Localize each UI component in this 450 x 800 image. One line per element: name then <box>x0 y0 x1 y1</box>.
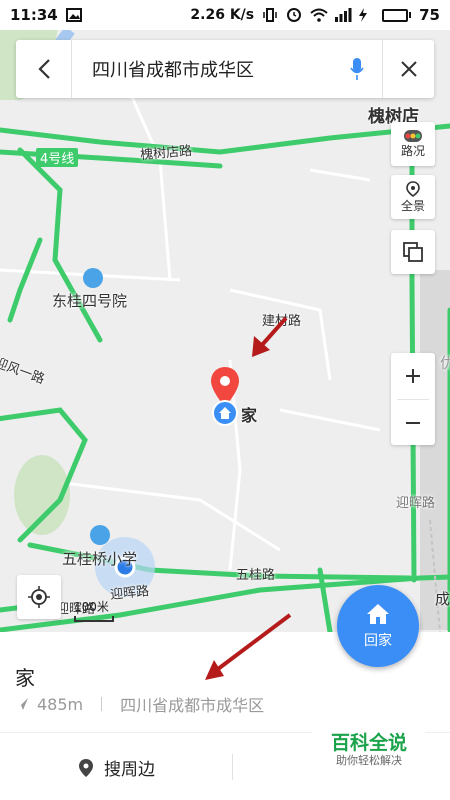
location-pin-icon <box>79 758 93 777</box>
charging-icon <box>358 8 374 22</box>
home-icon <box>367 604 389 624</box>
home-marker-label: 家 <box>241 406 258 425</box>
layers-icon <box>403 242 423 262</box>
go-home-label: 回家 <box>364 633 392 649</box>
label-edge-text: 优 <box>440 354 450 372</box>
label-dongui-yard: 东桂四号院 <box>52 292 128 310</box>
traffic-label: 路况 <box>400 143 425 158</box>
plus-icon <box>406 369 420 383</box>
map-scale: 100米 <box>74 598 114 622</box>
direction-arrow-icon <box>16 698 28 710</box>
go-home-button[interactable]: 回家 <box>337 585 419 667</box>
zoom-control <box>391 353 435 445</box>
alarm-icon <box>286 8 302 22</box>
back-arrow-icon <box>37 59 50 79</box>
watermark-title: 百科全说 <box>330 732 407 754</box>
network-speed: 2.26 K/s <box>190 7 255 23</box>
zoom-out-button[interactable] <box>391 400 435 446</box>
watermark-subtitle: 助你轻松解决 <box>336 754 402 767</box>
home-marker-icon[interactable] <box>212 400 238 430</box>
label-wuguiqiao-school: 五桂桥小学 <box>62 550 138 568</box>
zoom-in-button[interactable] <box>391 353 435 399</box>
close-icon <box>400 61 417 77</box>
minus-icon <box>406 422 420 424</box>
layers-button[interactable] <box>391 230 435 274</box>
search-query[interactable]: 四川省成都市成华区 <box>72 56 332 82</box>
place-title: 家 <box>15 666 35 690</box>
battery-level: 75 <box>419 6 440 24</box>
panorama-pin-icon <box>406 180 420 197</box>
image-notification-icon <box>65 8 82 22</box>
close-search-button[interactable] <box>382 40 434 98</box>
vibrate-icon <box>262 8 278 22</box>
panorama-button[interactable]: 全景 <box>391 175 435 219</box>
place-address: 四川省成都市成华区 <box>120 696 265 715</box>
scale-label: 100米 <box>74 600 109 614</box>
panorama-label: 全景 <box>400 198 425 213</box>
traffic-light-icon <box>404 129 422 142</box>
label-jiancai-road: 建材路 <box>262 314 302 329</box>
place-subtitle: 485m 四川省成都市成华区 <box>15 692 264 716</box>
crosshair-icon <box>28 586 50 608</box>
label-metro-line4: 4号线 <box>36 148 79 167</box>
signal-icon <box>334 8 352 22</box>
locate-me-button[interactable] <box>17 575 61 619</box>
status-bar: 11:34 2.26 K/s 75 <box>0 0 450 30</box>
place-distance: 485m <box>37 694 84 714</box>
label-yinghui-road: 迎晖路 <box>109 583 150 603</box>
microphone-icon <box>350 58 364 80</box>
back-button[interactable] <box>16 40 72 98</box>
wifi-icon <box>310 8 328 22</box>
watermark: 百科全说 助你轻松解决 <box>312 732 426 768</box>
search-nearby-button[interactable]: 搜周边 <box>78 755 155 780</box>
label-cheng: 成 <box>435 590 450 608</box>
label-wugui-road: 五桂路 <box>236 568 276 583</box>
search-nearby-label: 搜周边 <box>104 760 155 780</box>
battery-icon <box>382 8 412 22</box>
label-yinghui-road-east: 迎晖路 <box>396 496 436 511</box>
status-time: 11:34 <box>10 6 58 24</box>
map-view[interactable]: 槐树店 槐树店路 4号线 东桂四号院 建材路 迎风一路 迎晖路 五桂路 五桂桥小… <box>0 30 450 632</box>
search-bar: 四川省成都市成华区 <box>16 40 434 98</box>
voice-search-button[interactable] <box>332 57 382 81</box>
traffic-button[interactable]: 路况 <box>391 122 435 166</box>
